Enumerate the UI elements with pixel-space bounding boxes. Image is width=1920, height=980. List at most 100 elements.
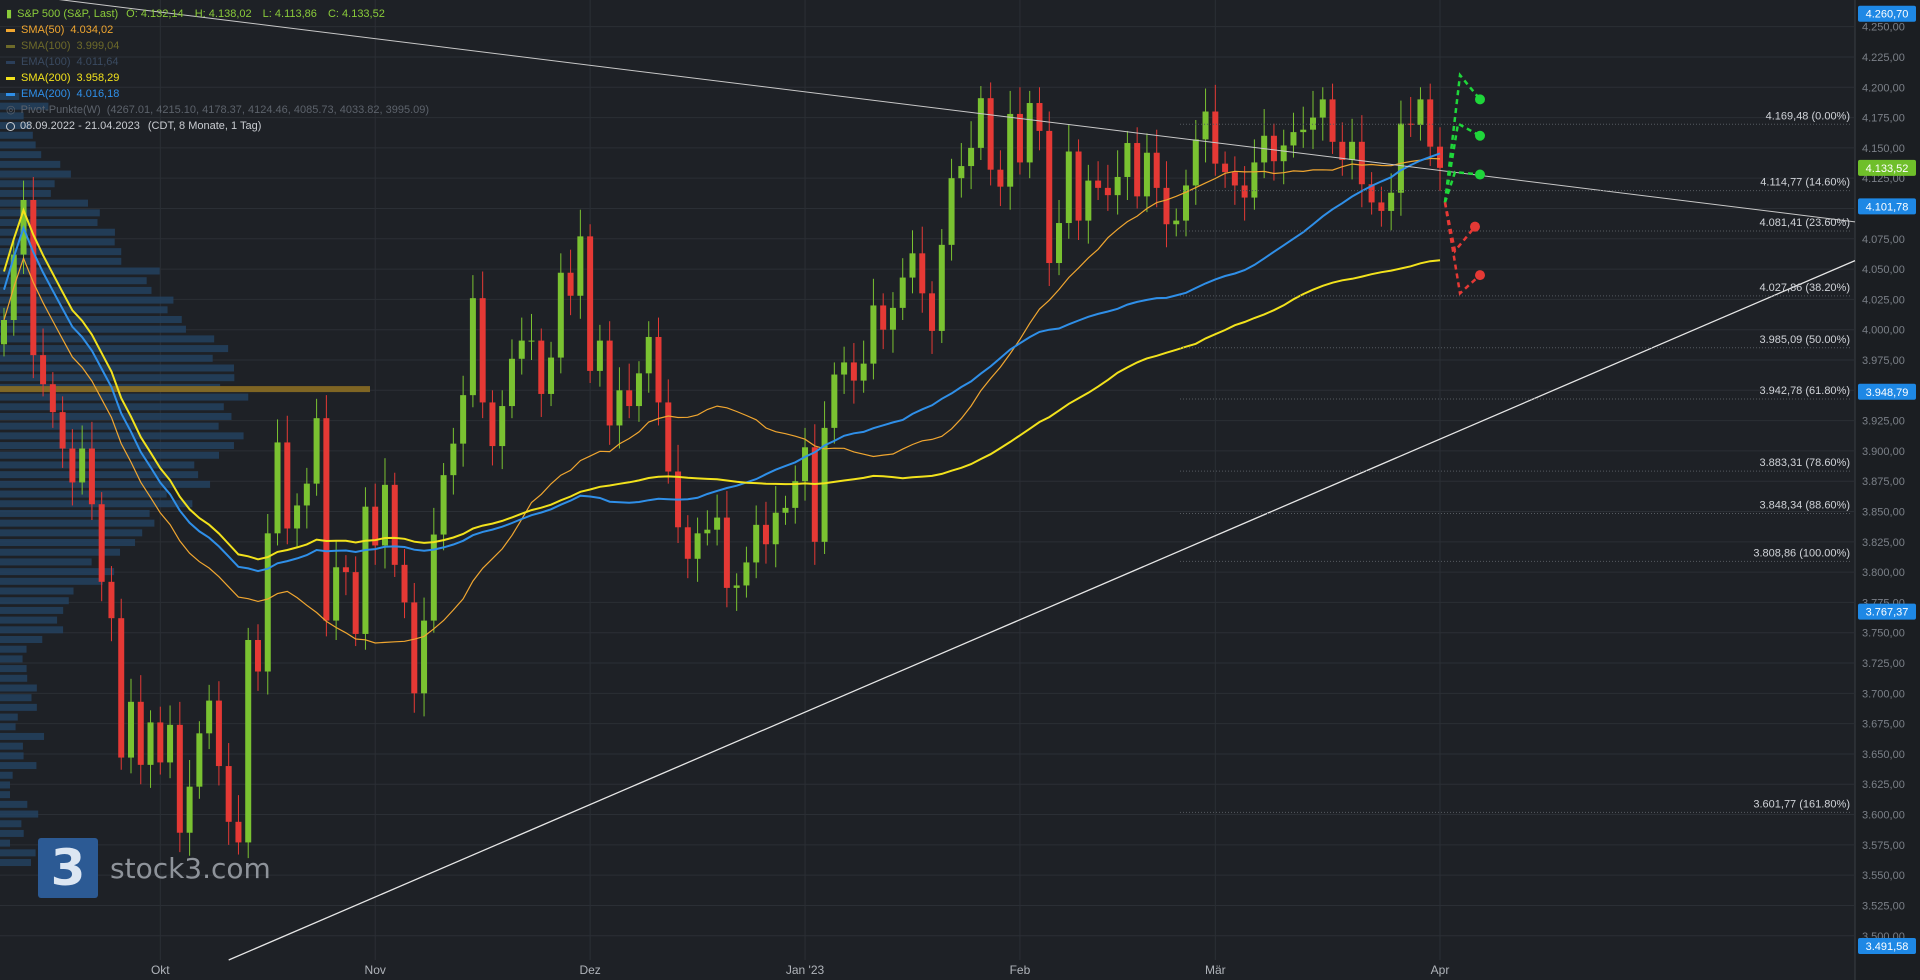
candle-body [695,533,701,558]
volume-profile-bar [0,704,37,711]
bullish-arrow-2-head [1475,131,1485,141]
candle-body [118,618,124,757]
candle-body [607,341,613,426]
sma200-swatch [6,77,15,80]
y-tick-label: 3.625,00 [1862,779,1905,791]
candle-body [792,481,798,508]
fib-level-label: 3.985,09 (50.00%) [1759,334,1850,346]
volume-profile-bar [0,432,244,439]
candle-body [148,722,154,764]
candle-body [577,236,583,295]
volume-profile-bar [0,578,103,585]
date-range: 08.09.2022 - 21.04.2023 [20,118,140,134]
volume-profile-bar [0,684,37,691]
candle-body [108,582,114,618]
volume-profile-bar [0,248,121,255]
sma100-label: SMA(100) [21,38,71,54]
legend-indicator-sma50[interactable]: SMA(50) 4.034,02 [6,22,429,38]
candle-body [1388,193,1394,211]
candle-body [460,395,466,443]
candle-body [206,701,212,734]
sma100-value: 3.999,04 [77,38,120,54]
candle-body [1271,136,1277,161]
candle-body [1359,142,1365,184]
candle-body [411,602,417,693]
fib-level-label: 4.169,48 (0.00%) [1766,110,1850,122]
candle-body [489,402,495,446]
chart-canvas[interactable]: 3.500,003.525,003.550,003.575,003.600,00… [0,0,1920,980]
candle-body [1378,202,1384,210]
volume-profile-bar [0,374,234,381]
price-tag-label: 4.133,52 [1866,163,1909,175]
volume-profile-bar [0,607,63,614]
candle-body [646,337,652,373]
candle-body [909,253,915,277]
pivot-values: (4267.01, 4215.10, 4178.37, 4124.46, 408… [107,102,429,118]
candle-body [597,341,603,371]
volume-profile-bar [0,510,150,517]
fib-level-label: 3.883,31 (78.60%) [1759,457,1850,469]
volume-profile-bar [0,714,18,721]
volume-profile-bar [0,752,24,759]
chart-area[interactable]: 3.500,00 3.525,00 3.550,00 3.575,00 3.600,00… [0,0,1920,980]
candle-body [685,527,691,559]
legend-indicator-pivot[interactable]: ◎ Pivot-Punkte(W) (4267.01, 4215.10, 417… [6,102,429,118]
x-tick-label: Jan '23 [786,963,825,977]
ohlc-low: L: 4.113,86 [263,8,317,20]
candle-body [1203,112,1209,140]
candle-body [304,484,310,506]
y-tick-label: 3.800,00 [1862,567,1905,579]
legend-indicator-sma100[interactable]: SMA(100) 3.999,04 [6,38,429,54]
volume-profile-bar [0,694,32,701]
candle-body [1095,181,1101,188]
candle-body [509,359,515,406]
candle-body [802,447,808,481]
sma50-swatch [6,29,15,32]
candle-body [587,236,593,371]
chart-legend: ▮ S&P 500 (S&P, Last) O: 4.132,14 H: 4.1… [6,6,429,134]
candle-body [1027,103,1033,162]
legend-indicator-sma200[interactable]: SMA(200) 3.958,29 [6,70,429,86]
volume-profile-bar [0,539,135,546]
clock-icon [6,122,15,131]
candle-body [773,513,779,545]
pivot-icon: ◎ [6,102,16,118]
candle-body [831,375,837,428]
candle-body [333,567,339,620]
candle-body [636,373,642,406]
candle-body [1290,132,1296,145]
pivot-label: Pivot-Punkte(W) [21,102,101,118]
legend-indicator-ema200[interactable]: EMA(200) 4.016,18 [6,86,429,102]
bearish-arrow-1-head [1470,222,1480,232]
candle-body [421,621,427,694]
candle-body [753,525,759,563]
candle-body [402,565,408,603]
y-tick-label: 3.875,00 [1862,476,1905,488]
candle-body [216,701,222,766]
volume-profile-bar [0,617,57,624]
bar-chart-icon: ▮ [6,6,12,22]
x-tick-label: Okt [151,963,170,977]
candle-body [470,298,476,395]
sma50-label: SMA(50) [21,22,64,38]
price-tag-label: 4.101,78 [1866,201,1909,213]
volume-profile-bar [0,588,74,595]
candle-body [743,562,749,585]
volume-profile-bar [0,520,154,527]
sma200-value: 3.958,29 [77,70,120,86]
volume-profile-bar [0,171,71,178]
y-tick-label: 4.000,00 [1862,325,1905,337]
candle-body [1144,153,1150,197]
volume-profile-bar [0,820,21,827]
candle-body [1232,172,1238,185]
volume-profile-bar [0,665,27,672]
y-tick-label: 4.050,00 [1862,264,1905,276]
volume-profile-bar [0,403,224,410]
candle-body [1046,131,1052,263]
volume-profile-bar [0,781,10,788]
volume-profile-bar [0,297,173,304]
candle-body [949,178,955,245]
legend-indicator-ema100[interactable]: EMA(100) 4.011,64 [6,54,429,70]
candle-body [1222,164,1228,172]
legend-instrument-row[interactable]: ▮ S&P 500 (S&P, Last) O: 4.132,14 H: 4.1… [6,6,429,22]
